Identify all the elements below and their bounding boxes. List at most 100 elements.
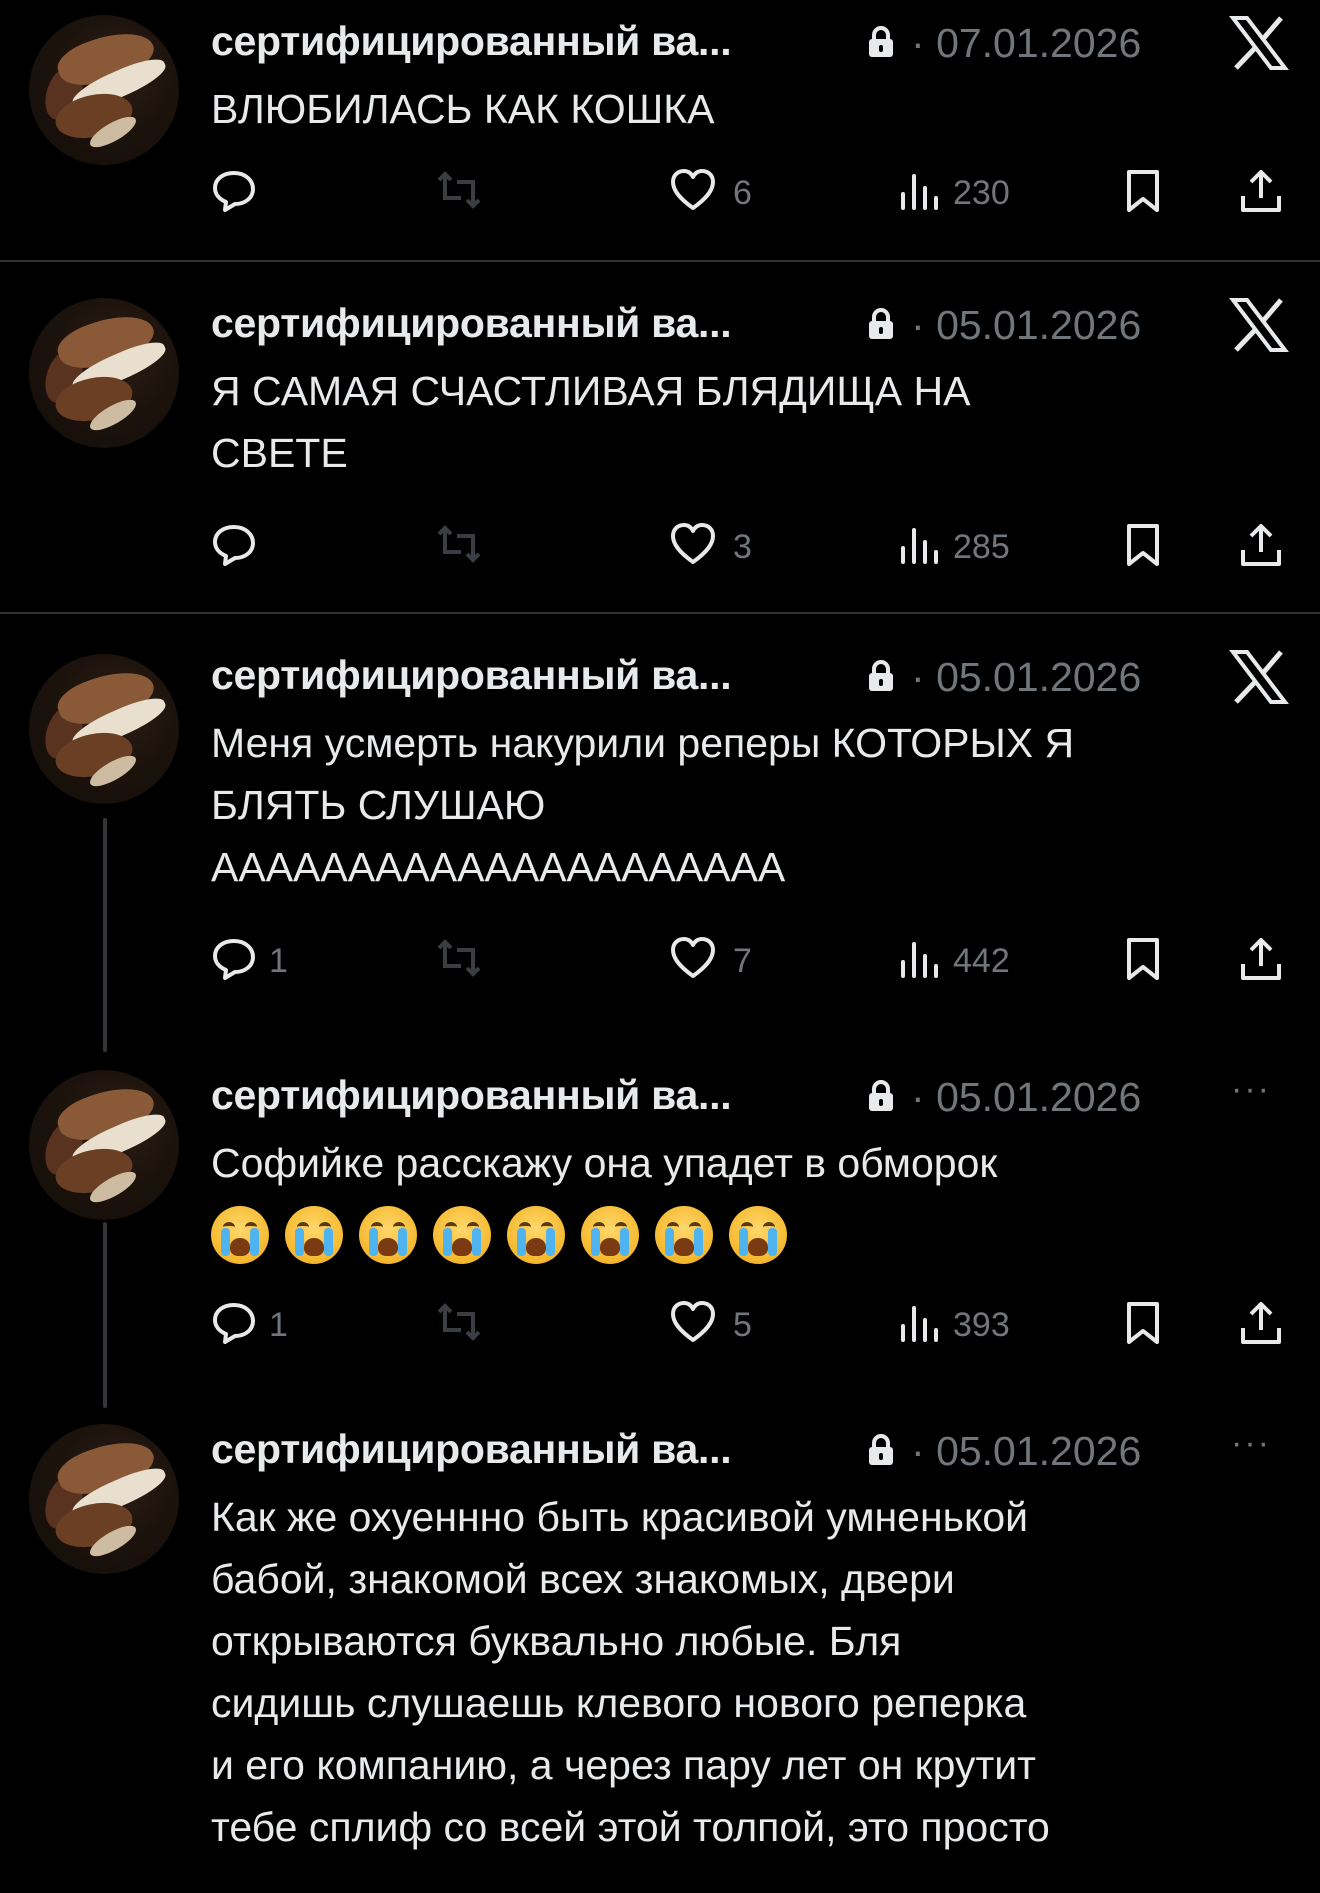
tweet[interactable]: сертифицированный ва... · 05.01.2026 ···…	[0, 1034, 1320, 1414]
action-bar: 3 285	[211, 516, 1311, 576]
tweet[interactable]: сертифицированный ва... · 05.01.2026 Мен…	[0, 614, 1320, 1034]
bookmark-icon	[1127, 1302, 1159, 1344]
tweet[interactable]: сертифицированный ва... · 05.01.2026 Я С…	[0, 262, 1320, 612]
reply-button[interactable]: 1	[211, 1294, 291, 1350]
lock-icon	[869, 308, 893, 339]
action-bar: 1 5 393	[211, 1294, 1311, 1354]
heart-icon	[671, 937, 715, 978]
more-icon[interactable]: ···	[1231, 1070, 1271, 1109]
retweet-icon	[437, 939, 481, 977]
avatar[interactable]	[29, 1424, 179, 1574]
share-icon	[1241, 1302, 1281, 1344]
x-logo-icon	[1229, 16, 1289, 70]
bookmark-button[interactable]	[1123, 930, 1169, 986]
loudly-crying-face-emoji	[581, 1206, 639, 1264]
tweet-header: сертифицированный ва... · 07.01.2026	[211, 10, 1311, 70]
post-date[interactable]: · 05.01.2026	[911, 1074, 1141, 1121]
loudly-crying-face-emoji	[433, 1206, 491, 1264]
avatar[interactable]	[29, 15, 179, 165]
views-button[interactable]: 442	[897, 930, 1057, 986]
display-name[interactable]: сертифицированный ва...	[211, 1072, 732, 1119]
retweet-button[interactable]	[433, 162, 493, 218]
post-date[interactable]: · 05.01.2026	[911, 1428, 1141, 1475]
tweet-text: Меня усмерть накурили реперы КОТОРЫХ Я Б…	[211, 720, 1075, 890]
like-button[interactable]: 7	[669, 930, 789, 986]
analytics-icon	[901, 942, 938, 978]
share-button[interactable]	[1239, 516, 1289, 572]
action-bar: 6 230	[211, 162, 1311, 222]
lock-icon	[869, 660, 893, 691]
share-icon	[1241, 524, 1281, 566]
like-button[interactable]: 6	[669, 162, 789, 218]
reply-icon	[213, 939, 255, 980]
retweet-icon	[437, 525, 481, 563]
loudly-crying-face-emoji	[729, 1206, 787, 1264]
reply-button[interactable]	[211, 516, 291, 572]
views-button[interactable]: 393	[897, 1294, 1057, 1350]
display-name[interactable]: сертифицированный ва...	[211, 300, 732, 347]
loudly-crying-face-emoji	[285, 1206, 343, 1264]
loudly-crying-face-emoji	[507, 1206, 565, 1264]
tweet-header: сертифицированный ва... · 05.01.2026 ···	[211, 1064, 1311, 1124]
like-button[interactable]: 5	[669, 1294, 789, 1350]
reply-icon	[213, 1303, 255, 1344]
tweet-text: Как же охуеннно быть красивой умненькой …	[211, 1494, 1050, 1850]
bookmark-button[interactable]	[1123, 1294, 1169, 1350]
retweet-button[interactable]	[433, 930, 493, 986]
emoji-row	[211, 1206, 1011, 1276]
reply-button[interactable]: 1	[211, 930, 291, 986]
views-button[interactable]: 285	[897, 516, 1057, 572]
lock-icon	[869, 26, 893, 57]
heart-icon	[671, 169, 715, 210]
bookmark-button[interactable]	[1123, 516, 1169, 572]
tweet-text: Софийке расскажу она упадет в обморок	[211, 1140, 998, 1186]
lock-icon	[869, 1080, 893, 1111]
action-bar: 1 7 442	[211, 930, 1311, 990]
display-name[interactable]: сертифицированный ва...	[211, 1426, 732, 1473]
views-button[interactable]: 230	[897, 162, 1057, 218]
retweet-button[interactable]	[433, 1294, 493, 1350]
bookmark-icon	[1127, 170, 1159, 212]
share-button[interactable]	[1239, 1294, 1289, 1350]
tweet-header: сертифицированный ва... · 05.01.2026	[211, 644, 1311, 704]
tweet[interactable]: сертифицированный ва... · 05.01.2026 ···…	[0, 1414, 1320, 1893]
share-icon	[1241, 170, 1281, 212]
share-icon	[1241, 938, 1281, 980]
analytics-icon	[901, 174, 938, 210]
x-logo-icon	[1229, 650, 1289, 704]
display-name[interactable]: сертифицированный ва...	[211, 18, 732, 65]
share-button[interactable]	[1239, 162, 1289, 218]
like-button[interactable]: 3	[669, 516, 789, 572]
display-name[interactable]: сертифицированный ва...	[211, 652, 732, 699]
avatar[interactable]	[29, 654, 179, 804]
more-icon[interactable]: ···	[1231, 1424, 1271, 1463]
tweet-text: Я САМАЯ СЧАСТЛИВАЯ БЛЯДИЩА НА СВЕТЕ	[211, 368, 971, 476]
reply-button[interactable]	[211, 162, 291, 218]
tweet[interactable]: сертифицированный ва... · 07.01.2026 ВЛЮ…	[0, 0, 1320, 262]
analytics-icon	[901, 528, 938, 564]
avatar[interactable]	[29, 1070, 179, 1220]
timeline-feed: сертифицированный ва... · 07.01.2026 ВЛЮ…	[0, 0, 1320, 1893]
heart-icon	[671, 1301, 715, 1342]
post-date[interactable]: · 05.01.2026	[911, 302, 1141, 349]
bookmark-icon	[1127, 524, 1159, 566]
bookmark-button[interactable]	[1123, 162, 1169, 218]
reply-icon	[213, 525, 255, 566]
retweet-icon	[437, 1303, 481, 1341]
x-logo-icon	[1229, 298, 1289, 352]
tweet-header: сертифицированный ва... · 05.01.2026 ···	[211, 1418, 1311, 1478]
lock-icon	[869, 1434, 893, 1465]
post-date[interactable]: · 05.01.2026	[911, 654, 1141, 701]
bookmark-icon	[1127, 938, 1159, 980]
tweet-text: ВЛЮБИЛАСЬ КАК КОШКА	[211, 86, 715, 132]
retweet-button[interactable]	[433, 516, 493, 572]
tweet-header: сертифицированный ва... · 05.01.2026	[211, 292, 1311, 352]
loudly-crying-face-emoji	[359, 1206, 417, 1264]
avatar[interactable]	[29, 298, 179, 448]
loudly-crying-face-emoji	[211, 1206, 269, 1264]
share-button[interactable]	[1239, 930, 1289, 986]
reply-icon	[213, 171, 255, 212]
post-date[interactable]: · 07.01.2026	[911, 20, 1141, 67]
retweet-icon	[437, 171, 481, 209]
heart-icon	[671, 523, 715, 564]
